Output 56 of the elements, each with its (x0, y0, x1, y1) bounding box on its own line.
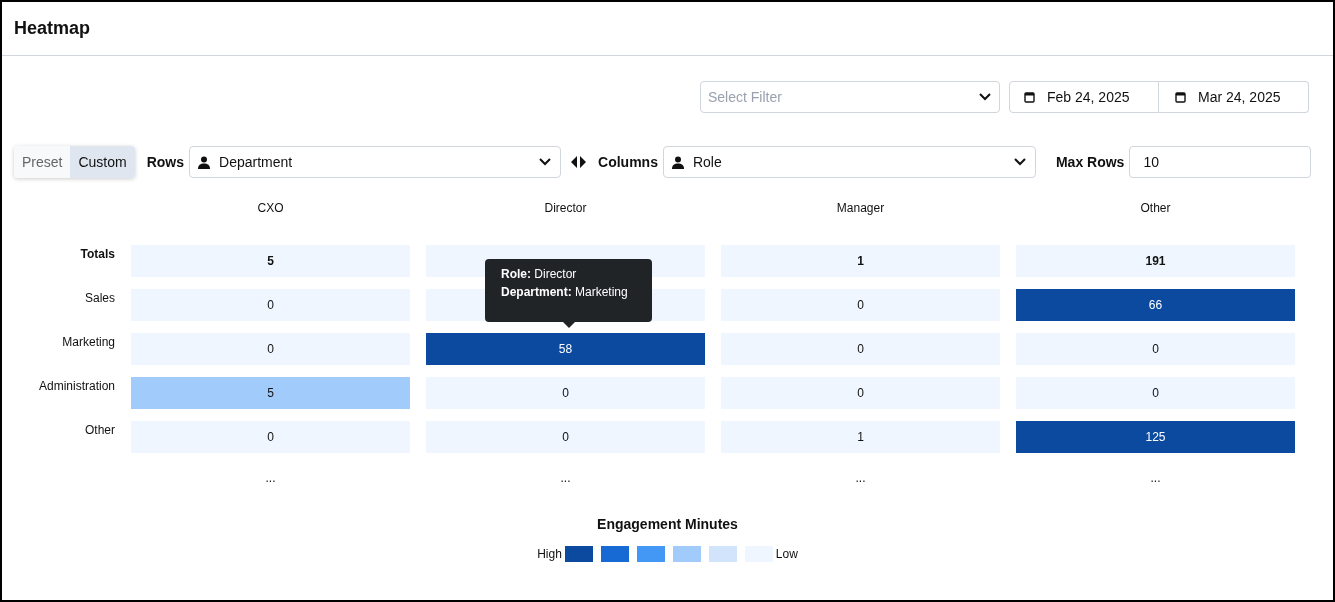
chevron-down-icon (538, 157, 553, 167)
legend-high-label: High (537, 546, 562, 563)
column-header: Director (544, 201, 587, 215)
column-header: CXO (257, 201, 284, 215)
heatmap-cell: 0 (426, 377, 705, 409)
ellipsis-text: ... (1150, 471, 1161, 485)
calendar-icon (1175, 91, 1186, 103)
heatmap-cell: 191 (1016, 245, 1295, 277)
rows-label: Rows (146, 152, 185, 172)
chevron-down-icon (978, 92, 992, 102)
heatmap-cell: 125 (1016, 421, 1295, 453)
column-header: Manager (836, 201, 885, 215)
chevron-down-icon (1012, 157, 1027, 167)
filter-placeholder: Select Filter (708, 87, 782, 107)
heatmap-cell: 0 (131, 333, 410, 365)
heatmap-cell: 0 (131, 421, 410, 453)
mode-tab[interactable]: Preset (14, 146, 71, 178)
end-date-button[interactable]: Mar 24, 2025 (1159, 81, 1309, 113)
heatmap-cell: 58 (426, 333, 705, 365)
person-icon (671, 155, 684, 169)
ellipsis-text: ... (855, 471, 866, 485)
ellipsis-text: ... (265, 471, 276, 485)
person-icon (198, 155, 211, 169)
start-date-button[interactable]: Feb 24, 2025 (1009, 81, 1159, 113)
column-header: Other (1140, 201, 1171, 215)
swap-arrows-icon[interactable] (571, 156, 587, 168)
row-label: Administration (38, 379, 115, 393)
ellipsis-text: ... (560, 471, 571, 485)
row-label: Totals (80, 247, 115, 261)
heatmap-cell: 0 (131, 289, 410, 321)
max-rows-label: Max Rows (1055, 152, 1125, 172)
heatmap-cell: 1 (721, 421, 1000, 453)
tooltip-text: Department: Marketing (501, 285, 629, 299)
legend-low-label: Low (775, 546, 798, 563)
row-label: Other (85, 423, 115, 437)
heatmap-cell: 5 (131, 245, 410, 277)
heatmap-cell: 0 (721, 377, 1000, 409)
page-title: Heatmap (14, 17, 91, 40)
heatmap-cell: 0 (721, 333, 1000, 365)
mode-tab[interactable]: Custom (70, 146, 135, 178)
calendar-icon (1024, 91, 1035, 103)
legend-title: Engagement Minutes (597, 515, 738, 534)
row-label: Sales (84, 291, 115, 305)
row-label: Marketing (62, 335, 115, 349)
rows-select[interactable]: Department (189, 146, 562, 178)
heatmap-cell: 66 (1016, 289, 1295, 321)
columns-label: Columns (598, 152, 658, 172)
tooltip-text: Role: Director (501, 267, 578, 281)
heatmap-cell: 0 (1016, 333, 1295, 365)
heatmap-cell: 0 (721, 289, 1000, 321)
max-rows-input[interactable]: 10 (1129, 146, 1312, 178)
heatmap-cell: 0 (426, 421, 705, 453)
heatmap-cell: 1 (721, 245, 1000, 277)
heatmap-cell: 0 (1016, 377, 1295, 409)
columns-select[interactable]: Role (662, 146, 1036, 178)
heatmap-cell: 5 (131, 377, 410, 409)
